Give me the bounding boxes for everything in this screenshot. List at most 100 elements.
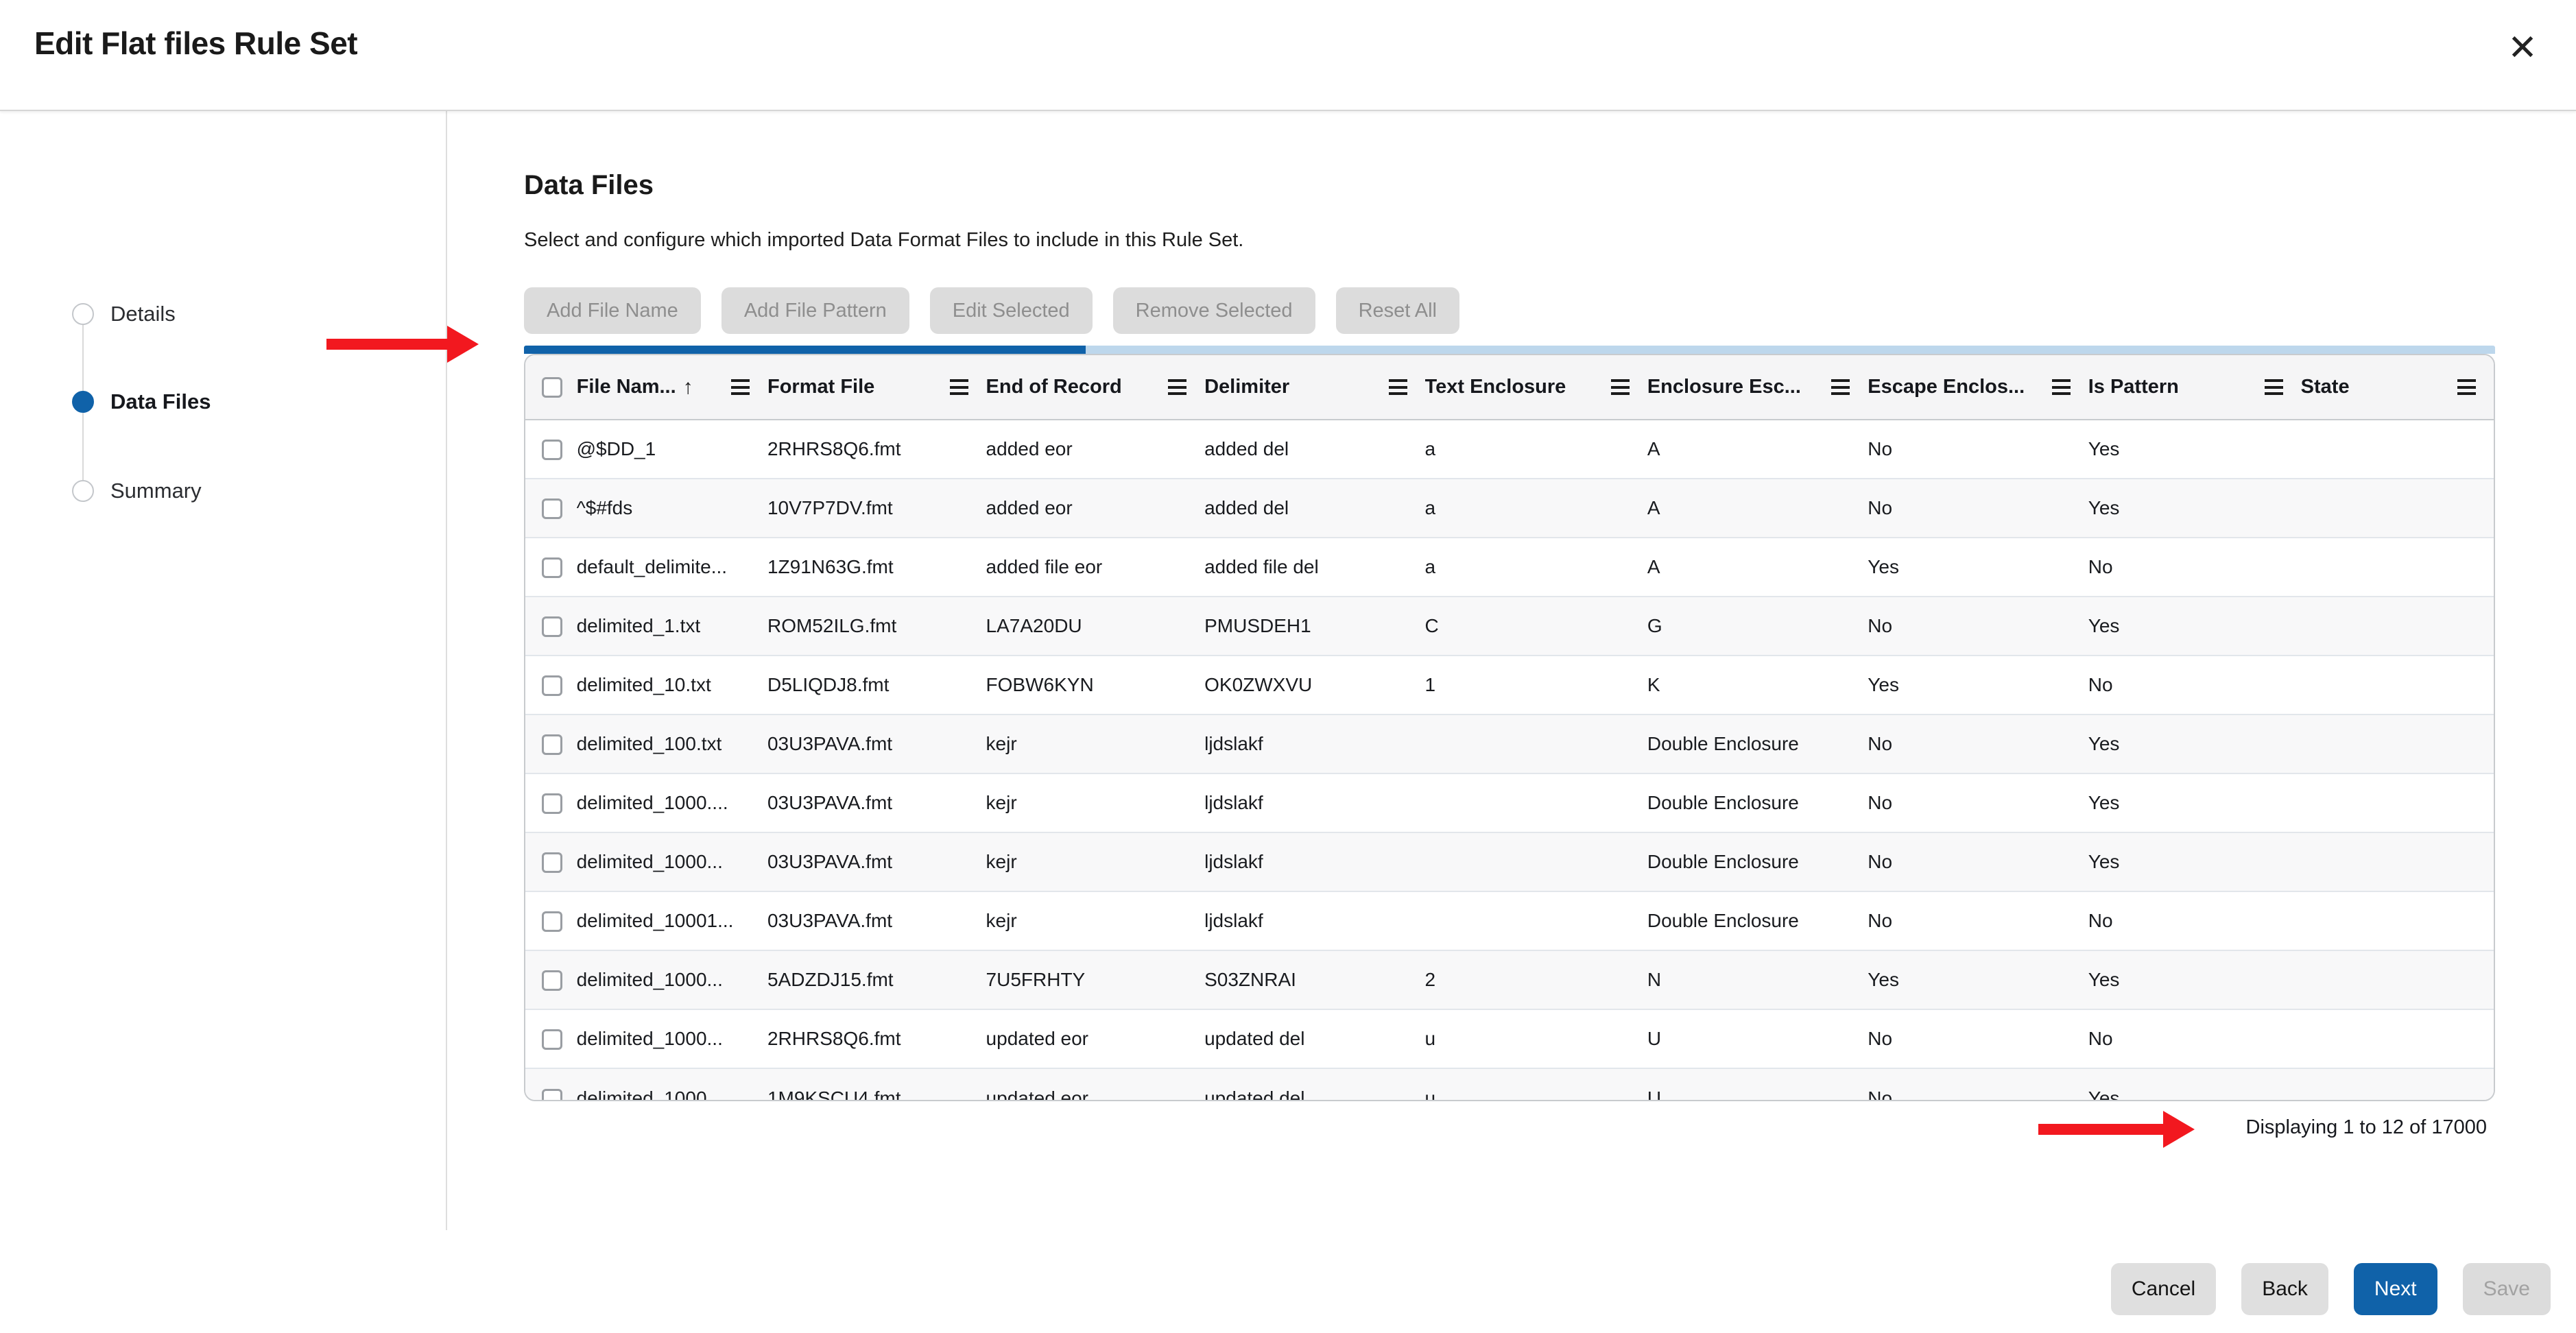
cell-is-pattern: Yes [2088, 479, 2301, 538]
cell-text-enclosure: 1 [1425, 656, 1647, 714]
cell-escape-enclos: No [1868, 597, 2088, 656]
column-menu-icon[interactable] [1831, 379, 1850, 395]
cell-delimiter: ljdslakf [1204, 832, 1424, 891]
row-checkbox[interactable] [542, 499, 562, 519]
cell-text-enclosure: a [1425, 538, 1647, 597]
cell-end-of-record: kejr [986, 714, 1205, 773]
column-header-delimiter[interactable]: Delimiter [1204, 355, 1424, 420]
dialog-footer: Cancel Back Next Save [2111, 1263, 2551, 1315]
column-label: Format File [767, 376, 874, 398]
row-checkbox[interactable] [542, 911, 562, 932]
cell-end-of-record: kejr [986, 832, 1205, 891]
table-row: default_delimite...1Z91N63G.fmtadded fil… [525, 538, 2494, 597]
row-checkbox-cell [525, 1009, 577, 1068]
row-checkbox[interactable] [542, 1029, 562, 1050]
column-header-text-enclosure[interactable]: Text Enclosure [1425, 355, 1647, 420]
cell-delimiter: added del [1204, 479, 1424, 538]
cell-file-nam: delimited_1000... [577, 950, 767, 1009]
cell-format-file: 1M9KSCU4.fmt [767, 1068, 986, 1101]
row-checkbox[interactable] [542, 970, 562, 991]
remove-selected-button[interactable]: Remove Selected [1113, 287, 1315, 334]
cell-text-enclosure [1425, 832, 1647, 891]
step-label: Details [110, 302, 176, 326]
save-button[interactable]: Save [2463, 1263, 2551, 1315]
cell-state [2301, 891, 2494, 950]
column-menu-icon[interactable] [950, 379, 968, 395]
add-file-pattern-button[interactable]: Add File Pattern [721, 287, 909, 334]
cell-end-of-record: added eor [986, 479, 1205, 538]
column-menu-icon[interactable] [2052, 379, 2071, 395]
reset-all-button[interactable]: Reset All [1336, 287, 1459, 334]
column-menu-icon[interactable] [2265, 379, 2283, 395]
cell-enclosure-esc: U [1647, 1068, 1868, 1101]
cell-delimiter: added file del [1204, 538, 1424, 597]
cell-file-nam: delimited_10.txt [577, 656, 767, 714]
cell-is-pattern: Yes [2088, 420, 2301, 479]
add-file-name-button[interactable]: Add File Name [524, 287, 701, 334]
column-label: Enclosure Esc... [1647, 376, 1801, 398]
cell-file-nam: delimited_10001... [577, 891, 767, 950]
cell-is-pattern: Yes [2088, 832, 2301, 891]
select-all-checkbox[interactable] [542, 377, 562, 398]
table-toolbar: Add File Name Add File Pattern Edit Sele… [524, 287, 1459, 334]
row-checkbox-cell [525, 538, 577, 597]
cell-state [2301, 714, 2494, 773]
cell-delimiter: ljdslakf [1204, 714, 1424, 773]
row-checkbox-cell [525, 1068, 577, 1101]
cell-format-file: 1Z91N63G.fmt [767, 538, 986, 597]
cell-is-pattern: No [2088, 538, 2301, 597]
column-header-enclosure-esc[interactable]: Enclosure Esc... [1647, 355, 1868, 420]
row-checkbox-cell [525, 479, 577, 538]
cell-end-of-record: added file eor [986, 538, 1205, 597]
step-label: Data Files [110, 389, 211, 414]
section-description: Select and configure which imported Data… [524, 229, 1243, 252]
row-checkbox[interactable] [542, 793, 562, 814]
column-menu-icon[interactable] [1389, 379, 1407, 395]
cell-format-file: 2RHRS8Q6.fmt [767, 1009, 986, 1068]
stepper-item-data-files[interactable]: Data Files [0, 380, 446, 424]
table-row: delimited_1000...1M9KSCU4.fmtupdated eor… [525, 1068, 2494, 1101]
cell-text-enclosure [1425, 773, 1647, 832]
row-checkbox[interactable] [542, 675, 562, 696]
row-checkbox-cell [525, 950, 577, 1009]
edit-selected-button[interactable]: Edit Selected [930, 287, 1093, 334]
next-button[interactable]: Next [2354, 1263, 2437, 1315]
column-header-state[interactable]: State [2301, 355, 2494, 420]
row-checkbox[interactable] [542, 440, 562, 460]
table-row: delimited_1000...2RHRS8Q6.fmtupdated eor… [525, 1009, 2494, 1068]
column-header-is-pattern[interactable]: Is Pattern [2088, 355, 2301, 420]
cell-is-pattern: Yes [2088, 597, 2301, 656]
cell-end-of-record: kejr [986, 773, 1205, 832]
row-checkbox[interactable] [542, 557, 562, 578]
column-menu-icon[interactable] [731, 379, 750, 395]
cell-is-pattern: No [2088, 1009, 2301, 1068]
row-checkbox[interactable] [542, 734, 562, 755]
cancel-button[interactable]: Cancel [2111, 1263, 2216, 1315]
cell-format-file: 03U3PAVA.fmt [767, 832, 986, 891]
column-menu-icon[interactable] [1611, 379, 1630, 395]
row-checkbox[interactable] [542, 616, 562, 637]
cell-delimiter: OK0ZWXVU [1204, 656, 1424, 714]
stepper-item-details[interactable]: Details [0, 292, 446, 336]
cell-state [2301, 1009, 2494, 1068]
column-menu-icon[interactable] [1168, 379, 1186, 395]
column-header-end-of-record[interactable]: End of Record [986, 355, 1205, 420]
cell-escape-enclos: No [1868, 891, 2088, 950]
cell-state [2301, 832, 2494, 891]
back-button[interactable]: Back [2241, 1263, 2328, 1315]
column-header-escape-enclos[interactable]: Escape Enclos... [1868, 355, 2088, 420]
column-header-file-nam[interactable]: File Nam...↑ [577, 355, 767, 420]
cell-enclosure-esc: Double Enclosure [1647, 773, 1868, 832]
arrow-shaft [326, 339, 449, 350]
row-checkbox-cell [525, 891, 577, 950]
column-header-format-file[interactable]: Format File [767, 355, 986, 420]
cell-file-nam: delimited_1000.... [577, 773, 767, 832]
close-button[interactable]: ✕ [2495, 21, 2550, 75]
cell-text-enclosure: 2 [1425, 950, 1647, 1009]
row-checkbox[interactable] [542, 1089, 562, 1101]
column-menu-icon[interactable] [2457, 379, 2476, 395]
cell-text-enclosure: u [1425, 1068, 1647, 1101]
cell-delimiter: S03ZNRAI [1204, 950, 1424, 1009]
stepper-item-summary[interactable]: Summary [0, 469, 446, 513]
row-checkbox[interactable] [542, 852, 562, 873]
